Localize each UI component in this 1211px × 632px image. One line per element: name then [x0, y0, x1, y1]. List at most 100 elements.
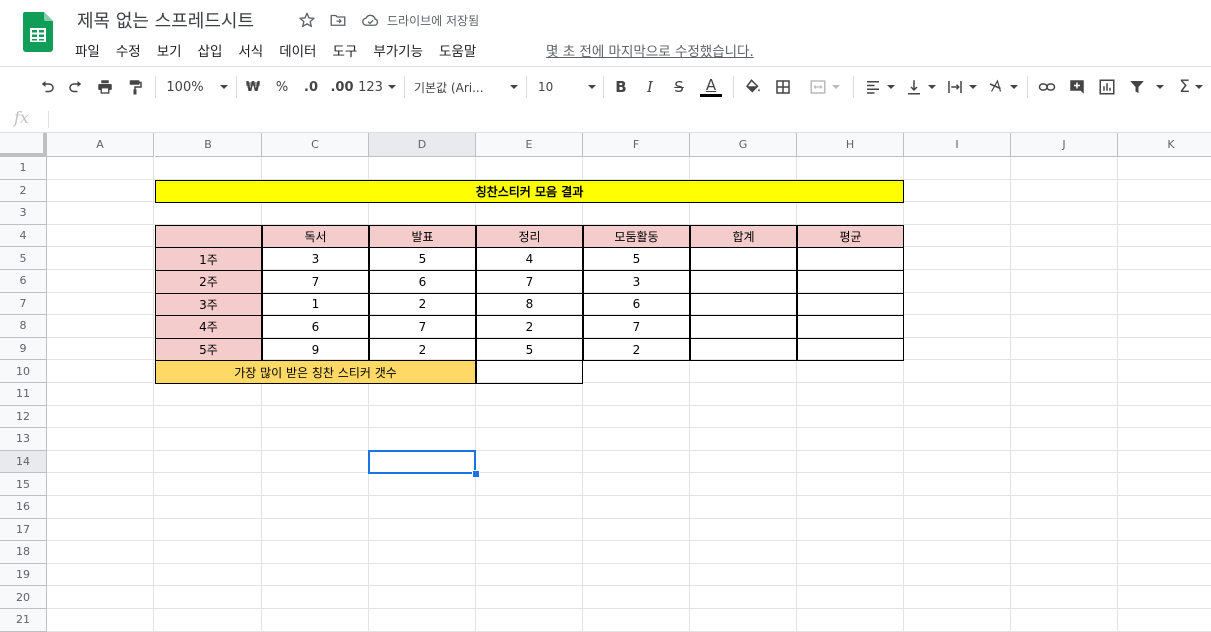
zoom-select[interactable]: 100% [166, 75, 228, 99]
table-cell[interactable]: 2 [583, 337, 690, 362]
redo-icon[interactable] [65, 75, 87, 99]
table-cell[interactable]: 6 [262, 315, 369, 339]
table-cell[interactable] [690, 315, 797, 339]
row-header-14[interactable]: 14 [0, 450, 47, 474]
row-header-16[interactable]: 16 [0, 496, 47, 519]
print-icon[interactable] [94, 75, 116, 99]
menu-data[interactable]: 데이터 [279, 40, 316, 60]
row-header-11[interactable]: 11 [0, 383, 47, 406]
font-family-select[interactable]: 기본값 (Ari... [414, 75, 518, 99]
row-header-3[interactable]: 3 [0, 202, 47, 225]
strikethrough-button[interactable]: S [669, 75, 689, 99]
menu-insert[interactable]: 삽입 [198, 40, 223, 60]
column-header-f[interactable]: F [583, 133, 690, 157]
column-header-e[interactable]: E [476, 133, 583, 157]
week-label-cell[interactable]: 1주 [155, 247, 262, 271]
font-size-select[interactable]: 10 [538, 75, 596, 99]
valign-bottom-icon[interactable] [903, 75, 937, 99]
table-cell[interactable]: 5 [583, 247, 690, 271]
menu-help[interactable]: 도움말 [439, 40, 476, 60]
bold-button[interactable]: B [611, 75, 631, 99]
spreadsheet-grid[interactable]: A B C D E F G H I J K 1 2 3 4 5 6 7 8 9 10 11 12 13 14 15 16 17 18 19… [0, 133, 1211, 632]
week-label-cell[interactable]: 5주 [155, 337, 262, 362]
star-icon[interactable] [297, 10, 317, 30]
summary-value-cell[interactable] [476, 360, 583, 384]
row-header-6[interactable]: 6 [0, 270, 47, 293]
table-header-cell[interactable]: 정리 [476, 224, 583, 249]
summary-label-cell[interactable]: 가장 많이 받은 칭찬 스티커 갯수 [155, 360, 476, 384]
table-cell[interactable]: 1 [262, 292, 369, 317]
table-header-cell[interactable]: 모둠활동 [583, 224, 690, 249]
chart-icon[interactable] [1096, 75, 1118, 99]
fill-color-icon[interactable] [742, 75, 764, 99]
table-cell[interactable] [690, 270, 797, 294]
row-header-7[interactable]: 7 [0, 292, 47, 316]
move-to-folder-icon[interactable] [328, 10, 348, 30]
menu-addons[interactable]: 부가기능 [373, 40, 423, 60]
row-header-19[interactable]: 19 [0, 563, 47, 587]
table-cell[interactable]: 2 [369, 292, 476, 317]
menu-tools[interactable]: 도구 [332, 40, 357, 60]
row-header-17[interactable]: 17 [0, 518, 47, 542]
column-header-a[interactable]: A [47, 133, 154, 157]
last-edit-link[interactable]: 몇 초 전에 마지막으로 수정했습니다. [546, 40, 754, 60]
paint-format-icon[interactable] [124, 75, 146, 99]
table-cell[interactable] [690, 292, 797, 317]
percent-format-button[interactable]: % [273, 75, 291, 99]
decrease-decimal-button[interactable]: .0 [300, 75, 322, 99]
table-cell[interactable] [797, 315, 904, 339]
comment-icon[interactable] [1066, 75, 1088, 99]
selected-cell[interactable] [368, 449, 476, 475]
table-cell[interactable]: 8 [476, 292, 583, 317]
align-left-icon[interactable] [862, 75, 896, 99]
table-cell[interactable] [690, 247, 797, 271]
table-cell[interactable] [690, 337, 797, 362]
text-wrap-icon[interactable] [944, 75, 978, 99]
table-cell[interactable] [797, 292, 904, 317]
table-cell[interactable]: 7 [262, 270, 369, 294]
sheets-logo-icon[interactable] [23, 12, 53, 52]
table-cell[interactable]: 7 [476, 270, 583, 294]
table-cell[interactable] [797, 247, 904, 271]
table-cell[interactable]: 2 [369, 337, 476, 362]
table-cell[interactable]: 6 [583, 292, 690, 317]
select-all-corner[interactable] [0, 133, 47, 157]
sheet-title-cell[interactable]: 칭찬스티커 모음 결과 [155, 179, 904, 204]
row-header-21[interactable]: 21 [0, 609, 47, 632]
table-header-cell[interactable]: 평균 [797, 224, 904, 249]
menu-file[interactable]: 파일 [75, 40, 100, 60]
table-cell[interactable]: 2 [476, 315, 583, 339]
number-format-select[interactable]: 123 [358, 75, 396, 99]
table-cell[interactable]: 4 [476, 247, 583, 271]
table-cell[interactable]: 3 [262, 247, 369, 271]
merge-cells-icon[interactable] [804, 75, 844, 99]
table-cell[interactable]: 9 [262, 337, 369, 362]
filter-icon[interactable] [1126, 75, 1166, 99]
table-cell[interactable]: 5 [369, 247, 476, 271]
column-header-c[interactable]: C [262, 133, 369, 157]
table-cell[interactable] [797, 337, 904, 362]
fill-handle[interactable] [472, 470, 480, 479]
column-header-h[interactable]: H [797, 133, 904, 157]
currency-format-button[interactable]: ₩ [244, 75, 262, 99]
column-header-b[interactable]: B [155, 133, 262, 157]
column-header-i[interactable]: I [904, 133, 1011, 157]
menu-edit[interactable]: 수정 [116, 40, 141, 60]
increase-decimal-button[interactable]: .00 [329, 75, 355, 99]
menu-view[interactable]: 보기 [157, 40, 182, 60]
week-label-cell[interactable]: 2주 [155, 270, 262, 294]
week-label-cell[interactable]: 3주 [155, 292, 262, 317]
row-header-9[interactable]: 9 [0, 337, 47, 361]
row-header-20[interactable]: 20 [0, 586, 47, 609]
link-icon[interactable] [1036, 75, 1058, 99]
row-header-13[interactable]: 13 [0, 428, 47, 451]
italic-button[interactable]: I [640, 75, 660, 99]
row-header-4[interactable]: 4 [0, 224, 47, 248]
table-cell[interactable]: 6 [369, 270, 476, 294]
row-header-5[interactable]: 5 [0, 247, 47, 270]
text-color-button[interactable]: A [699, 75, 723, 99]
row-header-2[interactable]: 2 [0, 179, 47, 203]
row-header-18[interactable]: 18 [0, 541, 47, 564]
column-header-j[interactable]: J [1011, 133, 1118, 157]
table-cell[interactable]: 5 [476, 337, 583, 362]
